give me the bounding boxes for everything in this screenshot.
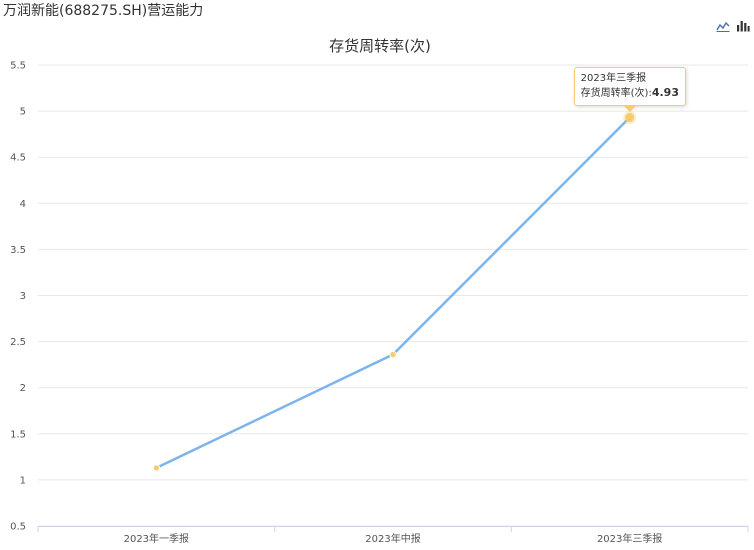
x-tick-label: 2023年三季报	[597, 532, 662, 545]
data-point[interactable]	[152, 464, 161, 472]
y-tick-label: 0.5	[10, 522, 26, 533]
series-line	[155, 116, 631, 470]
data-point[interactable]	[389, 350, 397, 359]
grid-lines	[38, 64, 748, 527]
chart-title: 存货周转率(次)	[329, 37, 431, 55]
y-tick-label: 3	[20, 291, 26, 302]
data-points	[152, 111, 637, 472]
y-tick-label: 5.5	[10, 61, 26, 72]
tooltip-value: 4.93	[651, 85, 679, 99]
y-tick-label: 1.5	[10, 429, 26, 440]
y-tick-label: 1	[20, 475, 26, 486]
tooltip-row: 存货周转率(次):4.93	[581, 86, 679, 101]
tooltip-arrow	[623, 105, 636, 112]
y-tick-label: 2.5	[10, 337, 26, 348]
tooltip: 2023年三季报 存货周转率(次):4.93	[573, 66, 686, 106]
x-axis: 2023年一季报 2023年中报 2023年三季报	[37, 526, 749, 545]
tooltip-label: 存货周转率(次):	[580, 87, 652, 99]
y-tick-label: 3.5	[10, 245, 26, 256]
y-tick-label: 2	[20, 383, 26, 394]
y-tick-label: 4	[20, 199, 26, 210]
y-tick-label: 5	[20, 107, 26, 118]
chart-container: 万润新能(688275.SH)营运能力 存货周转率(次) 0.5 1 1.5 2 2.5…	[0, 0, 754, 550]
data-point[interactable]	[623, 111, 637, 125]
y-axis-tick-labels: 0.5 1 1.5 2 2.5 3 3.5 4 4.5 5 5.5	[10, 61, 26, 533]
tooltip-category: 2023年三季报	[580, 72, 647, 84]
x-tick-label: 2023年一季报	[124, 532, 189, 545]
x-tick-label: 2023年中报	[365, 532, 420, 545]
series-layer	[155, 116, 631, 470]
y-tick-label: 4.5	[10, 153, 26, 164]
